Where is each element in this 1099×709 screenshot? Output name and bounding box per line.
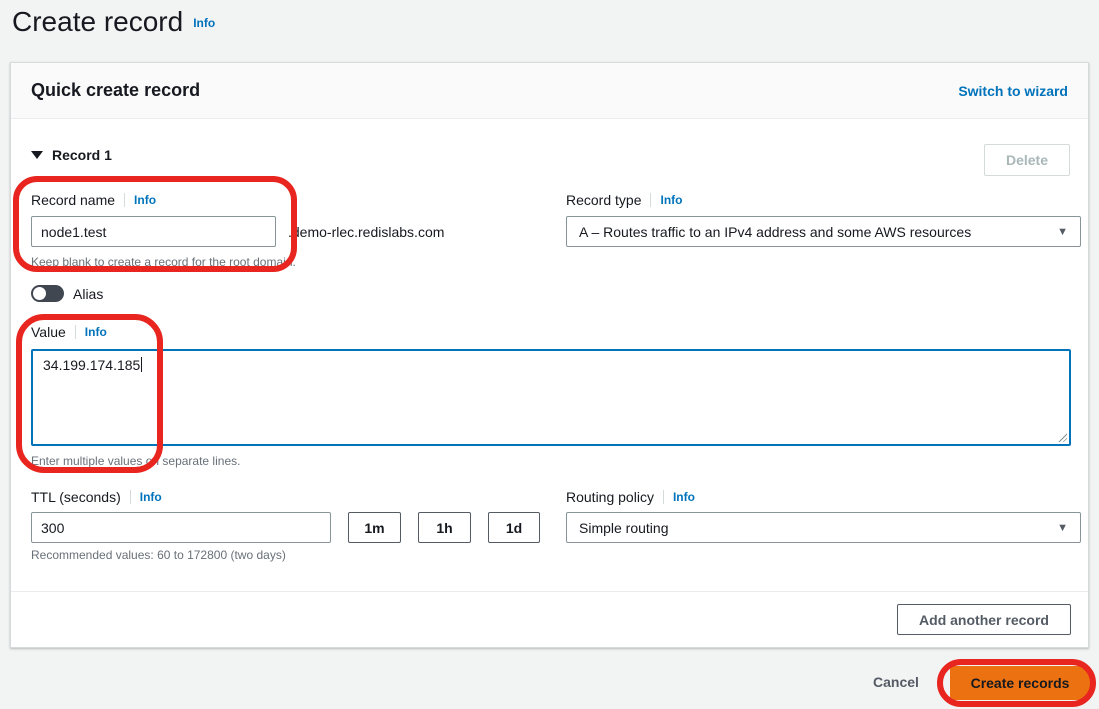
- record-type-select[interactable]: A – Routes traffic to an IPv4 address an…: [566, 216, 1081, 247]
- ttl-1m-button[interactable]: 1m: [348, 512, 401, 543]
- alias-toggle[interactable]: [31, 285, 64, 302]
- add-another-record-button[interactable]: Add another record: [897, 604, 1071, 635]
- page-title: Create record Info: [12, 6, 215, 38]
- record-name-input[interactable]: [31, 216, 276, 247]
- record-name-helper: Keep blank to create a record for the ro…: [31, 255, 296, 269]
- routing-policy-info-link[interactable]: Info: [662, 490, 695, 504]
- card-footer-divider: [11, 591, 1088, 592]
- ttl-input[interactable]: [31, 512, 331, 543]
- value-text: 34.199.174.185: [43, 357, 141, 373]
- record-1-title: Record 1: [52, 147, 112, 163]
- collapse-triangle-icon: [31, 151, 43, 159]
- record-1-header[interactable]: Record 1: [31, 147, 112, 163]
- resize-handle-icon[interactable]: [1057, 432, 1067, 442]
- page-title-info-link[interactable]: Info: [193, 16, 215, 30]
- routing-policy-label: Routing policy: [566, 489, 654, 505]
- quick-create-record-card: Quick create record Switch to wizard Rec…: [10, 62, 1089, 648]
- alias-toggle-row: Alias: [31, 285, 103, 302]
- ttl-info-link[interactable]: Info: [129, 490, 162, 504]
- ttl-label: TTL (seconds): [31, 489, 121, 505]
- routing-policy-selected-value: Simple routing: [579, 519, 669, 536]
- text-cursor: [141, 357, 143, 372]
- delete-button[interactable]: Delete: [984, 144, 1070, 176]
- record-type-info-link[interactable]: Info: [650, 193, 682, 207]
- alias-label: Alias: [73, 285, 104, 302]
- ttl-1h-button[interactable]: 1h: [418, 512, 471, 543]
- record-type-label: Record type: [566, 192, 642, 208]
- value-textarea[interactable]: 34.199.174.185: [31, 349, 1071, 446]
- domain-suffix: .demo-rlec.redislabs.com: [288, 224, 445, 240]
- value-helper: Enter multiple values on separate lines.: [31, 454, 241, 468]
- switch-to-wizard-link[interactable]: Switch to wizard: [958, 83, 1068, 99]
- page-title-text: Create record: [12, 6, 184, 37]
- card-header-title: Quick create record: [31, 80, 201, 100]
- value-label-row: Value Info: [31, 324, 107, 340]
- record-name-info-link[interactable]: Info: [124, 193, 156, 207]
- record-name-label-row: Record name Info: [31, 192, 156, 208]
- chevron-down-icon: ▼: [1057, 521, 1068, 534]
- record-type-label-row: Record type Info: [566, 192, 682, 208]
- ttl-1d-button[interactable]: 1d: [488, 512, 540, 543]
- value-label: Value: [31, 324, 66, 340]
- card-header: Quick create record Switch to wizard: [11, 63, 1088, 119]
- record-type-selected-value: A – Routes traffic to an IPv4 address an…: [579, 223, 972, 240]
- ttl-label-row: TTL (seconds) Info: [31, 489, 162, 505]
- record-name-label: Record name: [31, 192, 116, 208]
- routing-policy-select[interactable]: Simple routing ▼: [566, 512, 1081, 543]
- cancel-button[interactable]: Cancel: [873, 674, 919, 690]
- value-info-link[interactable]: Info: [74, 325, 107, 339]
- routing-policy-label-row: Routing policy Info: [566, 489, 695, 505]
- toggle-knob-icon: [33, 287, 46, 300]
- create-records-button[interactable]: Create records: [950, 666, 1090, 700]
- ttl-helper: Recommended values: 60 to 172800 (two da…: [31, 548, 286, 562]
- chevron-down-icon: ▼: [1057, 225, 1068, 238]
